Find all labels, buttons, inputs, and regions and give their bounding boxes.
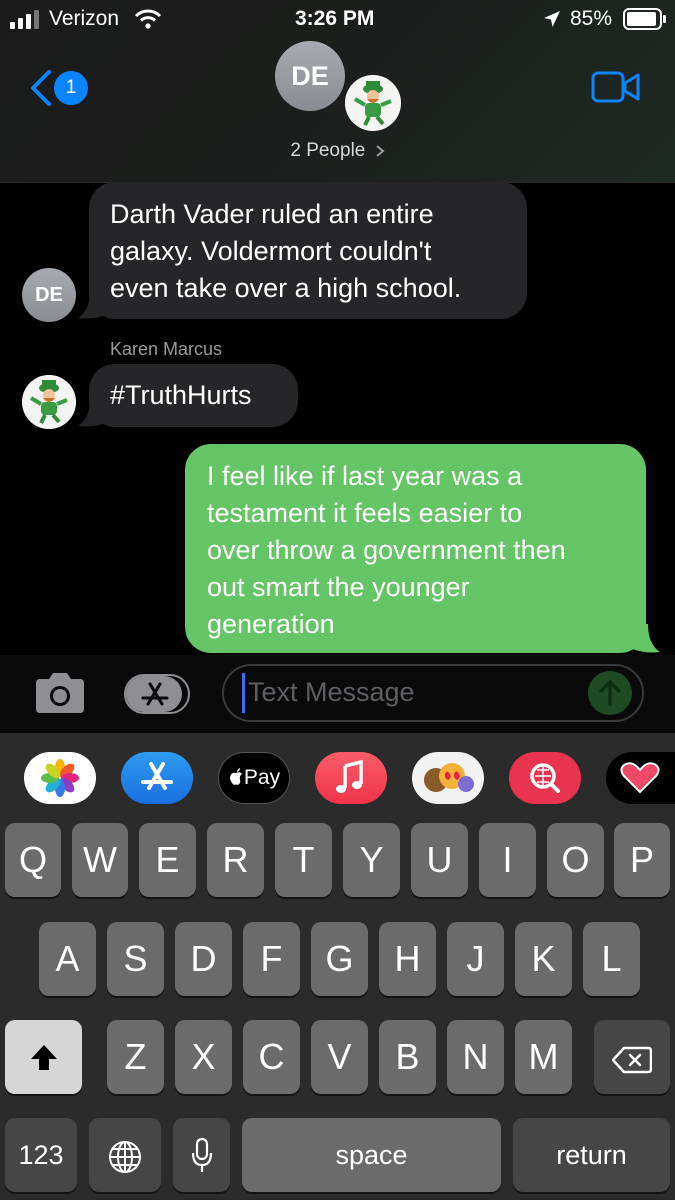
app-store-app-button[interactable] [121,752,193,804]
digital-touch-app-button[interactable] [606,752,675,804]
chevron-right-icon [376,145,385,157]
message-line: Darth Vader ruled an entire [110,199,434,229]
key-l[interactable]: L [583,922,640,996]
video-call-icon[interactable] [591,70,641,104]
unread-badge[interactable]: 1 [54,71,88,105]
message-bubble-incoming[interactable]: #TruthHurts [89,364,298,427]
carrier-name: Verizon [49,7,120,30]
key-z[interactable]: Z [107,1020,164,1094]
key-m[interactable]: M [515,1020,572,1094]
text-cursor [242,673,245,713]
battery-percent: 85% [570,7,613,30]
key-k[interactable]: K [515,922,572,996]
key-x[interactable]: X [175,1020,232,1094]
app-store-icon [141,682,169,706]
wifi-icon [134,9,162,29]
shift-key[interactable] [5,1020,82,1094]
apple-pay-label: Pay [243,766,281,789]
key-p[interactable]: P [614,823,670,897]
avatar-initials: DE [35,284,63,306]
send-arrow-icon [599,680,621,706]
leprechaun-avatar-icon [345,75,401,131]
back-chevron-icon[interactable] [28,69,54,107]
message-line: testament it feels easier to [207,498,523,528]
key-u[interactable]: U [411,823,468,897]
shift-arrow-icon [30,1045,57,1070]
message-line: even take over a high school. [110,273,462,303]
memoji-icon [424,763,474,792]
cellular-signal-icon [10,10,39,29]
microphone-icon [191,1137,212,1172]
message-line: I feel like if last year was a [207,461,523,491]
participants-label: 2 People [290,140,366,161]
web-search-icon [530,763,560,793]
message-line: #TruthHurts [110,380,252,410]
key-f[interactable]: F [243,922,300,996]
key-v[interactable]: V [311,1020,368,1094]
delete-key[interactable] [594,1020,670,1094]
location-arrow-icon [544,11,560,27]
key-w[interactable]: W [72,823,128,897]
space-key[interactable]: space [242,1118,501,1192]
leprechaun-avatar-icon [22,375,76,429]
key-j[interactable]: J [447,922,504,996]
camera-icon[interactable] [32,671,88,715]
battery-icon [623,8,666,30]
group-avatar-de[interactable]: DE [275,41,345,111]
photos-app-button[interactable] [24,752,96,804]
numbers-key[interactable]: 123 [5,1118,77,1192]
key-n[interactable]: N [447,1020,504,1094]
message-placeholder: Text Message [248,677,415,707]
return-key[interactable]: return [513,1118,670,1192]
sender-avatar-de[interactable]: DE [22,268,76,322]
music-icon [336,759,363,793]
key-e[interactable]: E [139,823,196,897]
status-bar: Verizon 3:26 PM 85% [0,0,675,40]
key-s[interactable]: S [107,922,164,996]
key-i[interactable]: I [479,823,536,897]
message-bubble-outgoing[interactable]: I feel like if last year was a testament… [185,444,646,653]
group-avatar-leprechaun[interactable] [345,75,401,131]
sender-name: Karen Marcus [110,339,223,359]
app-store-icon [141,762,173,790]
send-button[interactable] [588,671,632,715]
delete-backspace-icon [611,1046,653,1074]
message-line: galaxy. Voldermort couldn't [110,236,432,266]
message-line: generation [207,609,335,639]
key-q[interactable]: Q [5,823,61,897]
globe-key[interactable] [89,1118,161,1192]
message-line: over throw a government then [207,535,566,565]
key-h[interactable]: H [379,922,436,996]
key-c[interactable]: C [243,1020,300,1094]
message-line: out smart the younger [207,572,470,602]
digital-touch-icon [620,762,660,794]
key-y[interactable]: Y [343,823,400,897]
key-r[interactable]: R [207,823,264,897]
clock: 3:26 PM [295,7,375,30]
photos-icon [41,759,79,797]
key-a[interactable]: A [39,922,96,996]
key-o[interactable]: O [547,823,604,897]
web-search-app-button[interactable] [509,752,581,804]
key-g[interactable]: G [311,922,368,996]
sender-avatar-leprechaun[interactable] [22,375,76,429]
apple-pay-app-button[interactable]: Pay [218,752,290,804]
participants-button[interactable]: 2 People [0,140,675,162]
key-d[interactable]: D [175,922,232,996]
app-drawer-toggle[interactable] [124,674,190,714]
globe-icon [109,1141,141,1173]
apple-logo-icon [229,768,242,785]
key-t[interactable]: T [275,823,332,897]
memoji-app-button[interactable] [412,752,484,804]
key-b[interactable]: B [379,1020,436,1094]
dictation-key[interactable] [173,1118,230,1192]
music-app-button[interactable] [315,752,387,804]
message-bubble-incoming[interactable]: Darth Vader ruled an entire galaxy. Vold… [89,182,527,319]
